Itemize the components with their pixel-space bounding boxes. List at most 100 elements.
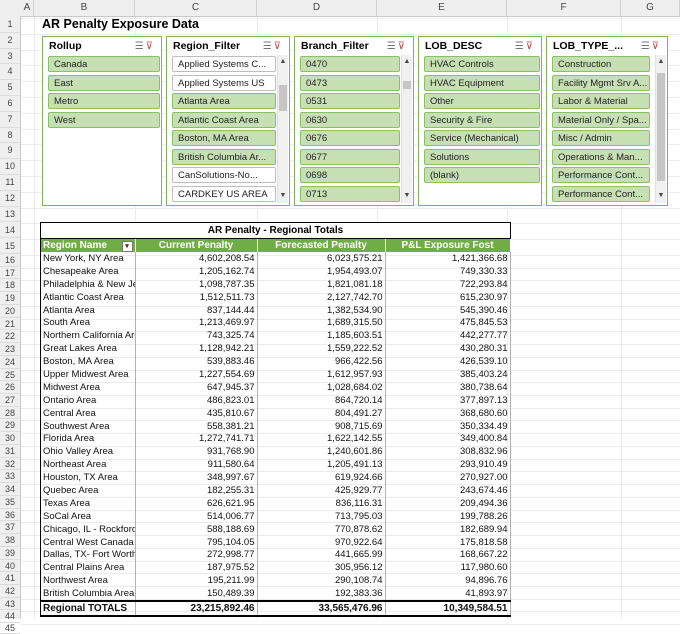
value-cell[interactable]: 349,400.84 xyxy=(385,432,511,446)
value-cell[interactable]: 182,255.31 xyxy=(135,484,258,497)
region-name-cell[interactable]: Ontario Area xyxy=(41,393,136,407)
value-cell[interactable]: 442,277.77 xyxy=(385,329,511,343)
slicer-item[interactable]: 0677 xyxy=(300,148,400,165)
row-header[interactable]: 21 xyxy=(0,318,20,331)
region-name-cell[interactable]: Great Lakes Area xyxy=(41,342,136,356)
row-header[interactable]: 38 xyxy=(0,534,20,547)
row-header[interactable]: 1 xyxy=(0,17,20,33)
value-cell[interactable]: 348,997.67 xyxy=(135,471,258,485)
scroll-down-icon[interactable]: ▼ xyxy=(656,191,666,201)
slicer-item[interactable]: HVAC Controls xyxy=(424,56,540,72)
row-header[interactable]: 43 xyxy=(0,598,20,611)
row-header[interactable]: 9 xyxy=(0,143,20,160)
row-header[interactable]: 2 xyxy=(0,33,20,49)
header-forecasted-penalty[interactable]: Forecasted Penalty xyxy=(257,239,386,252)
row-header[interactable]: 5 xyxy=(0,80,20,96)
value-cell[interactable]: 380,738.64 xyxy=(385,380,511,394)
region-name-cell[interactable]: South Area xyxy=(41,316,136,330)
slicer-1[interactable]: Rollup ☰⊽ Canada East Metro West xyxy=(42,36,162,206)
region-name-cell[interactable]: Midwest Area xyxy=(41,380,136,394)
value-cell[interactable]: 6,023,575.21 xyxy=(257,252,386,265)
slicer-item[interactable]: 0470 xyxy=(300,56,400,72)
slicer-4[interactable]: LOB_DESC ☰⊽ HVAC Controls HVAC Equipment Oth… xyxy=(418,36,542,206)
total-value[interactable]: 33,565,476.96 xyxy=(257,600,386,617)
header-region-name[interactable]: Region Name ▾ xyxy=(41,239,136,252)
slicer-item[interactable]: Applied Systems US xyxy=(172,74,276,91)
scroll-up-icon[interactable]: ▲ xyxy=(402,57,412,67)
multi-select-icon[interactable]: ☰ xyxy=(641,41,652,52)
value-cell[interactable]: 94,896.76 xyxy=(385,574,511,588)
value-cell[interactable]: 1,185,603.51 xyxy=(257,329,386,343)
value-cell[interactable]: 1,382,534.90 xyxy=(257,303,386,317)
clear-filter-icon[interactable]: ⊽ xyxy=(274,41,283,52)
scroll-down-icon[interactable]: ▼ xyxy=(278,191,288,201)
value-cell[interactable]: 270,927.00 xyxy=(385,471,511,485)
value-cell[interactable]: 713,795.03 xyxy=(257,509,386,523)
column-header[interactable]: B xyxy=(34,0,135,16)
value-cell[interactable]: 1,128,942.21 xyxy=(135,342,258,356)
row-header[interactable]: 25 xyxy=(0,369,20,382)
slicer-item[interactable]: Security & Fire xyxy=(424,111,540,128)
column-header[interactable]: G xyxy=(621,0,680,16)
row-header[interactable]: 28 xyxy=(0,407,20,420)
value-cell[interactable]: 290,108.74 xyxy=(257,574,386,588)
region-name-cell[interactable]: Upper Midwest Area xyxy=(41,368,136,381)
slicer-item[interactable]: Solutions xyxy=(424,148,540,165)
value-cell[interactable]: 426,539.10 xyxy=(385,355,511,369)
slicer-item[interactable]: 0630 xyxy=(300,111,400,128)
value-cell[interactable]: 272,998.77 xyxy=(135,548,258,562)
row-header[interactable]: 11 xyxy=(0,175,20,191)
region-name-cell[interactable]: Dallas, TX- Fort Worth, xyxy=(41,548,136,562)
scroll-thumb[interactable] xyxy=(403,81,411,89)
slicer-item[interactable]: British Columbia Ar... xyxy=(172,148,276,165)
column-header[interactable]: C xyxy=(135,0,257,16)
region-name-cell[interactable]: Central West Canada xyxy=(41,535,136,549)
value-cell[interactable]: 545,390.46 xyxy=(385,303,511,317)
region-name-cell[interactable]: Houston, TX Area xyxy=(41,471,136,485)
value-cell[interactable]: 931,768.90 xyxy=(135,445,258,459)
value-cell[interactable]: 558,381.21 xyxy=(135,419,258,433)
value-cell[interactable]: 1,028,684.02 xyxy=(257,380,386,394)
row-header[interactable]: 44 xyxy=(0,610,20,624)
total-value[interactable]: 23,215,892.46 xyxy=(135,600,258,617)
value-cell[interactable]: 377,897.13 xyxy=(385,393,511,407)
value-cell[interactable]: 4,602,208.54 xyxy=(135,252,258,265)
column-header[interactable]: F xyxy=(507,0,621,16)
multi-select-icon[interactable]: ☰ xyxy=(135,41,146,52)
region-name-cell[interactable]: Atlanta Area xyxy=(41,303,136,317)
row-header[interactable]: 8 xyxy=(0,128,20,144)
value-cell[interactable]: 804,491.27 xyxy=(257,406,386,420)
slicer-item[interactable]: 0713 xyxy=(300,185,400,202)
row-header[interactable]: 33 xyxy=(0,470,20,484)
row-header[interactable]: 39 xyxy=(0,547,20,560)
region-name-cell[interactable]: Central Area xyxy=(41,406,136,420)
value-cell[interactable]: 626,621.95 xyxy=(135,496,258,510)
slicer-item[interactable]: Material Only / Spa... xyxy=(552,111,650,128)
value-cell[interactable]: 425,929.77 xyxy=(257,484,386,497)
value-cell[interactable]: 150,489.39 xyxy=(135,587,258,602)
slicer-item[interactable]: Atlanta Area xyxy=(172,93,276,109)
row-header[interactable]: 17 xyxy=(0,267,20,280)
region-name-cell[interactable]: Northwest Area xyxy=(41,574,136,588)
slicer-scrollbar[interactable]: ▲ ▼ xyxy=(277,55,288,203)
region-name-cell[interactable]: Florida Area xyxy=(41,432,136,446)
slicer-3[interactable]: Branch_Filter ☰⊽ 0470 0473 0531 0630 0676 0677 0… xyxy=(294,36,414,206)
scroll-up-icon[interactable]: ▲ xyxy=(278,57,288,67)
value-cell[interactable]: 1,227,554.69 xyxy=(135,368,258,381)
row-header[interactable]: 22 xyxy=(0,330,20,344)
slicer-item[interactable]: Boston, MA Area xyxy=(172,130,276,146)
slicer-item[interactable]: East xyxy=(48,74,160,91)
region-name-cell[interactable]: Chesapeake Area xyxy=(41,264,136,278)
column-header[interactable]: A xyxy=(21,0,34,16)
total-value[interactable]: 10,349,584.51 xyxy=(385,600,511,617)
slicer-item[interactable]: Performance Cont... xyxy=(552,167,650,183)
slicer-item[interactable]: Metro xyxy=(48,93,160,109)
value-cell[interactable]: 1,612,957.93 xyxy=(257,368,386,381)
slicer-scrollbar[interactable]: ▲ ▼ xyxy=(401,55,412,203)
region-name-cell[interactable]: British Columbia Area xyxy=(41,587,136,602)
scroll-up-icon[interactable]: ▲ xyxy=(656,57,666,67)
slicer-item[interactable]: 0473 xyxy=(300,74,400,91)
region-name-cell[interactable]: Northern California Are xyxy=(41,329,136,343)
value-cell[interactable]: 514,006.77 xyxy=(135,509,258,523)
slicer-item[interactable]: Applied Systems C... xyxy=(172,56,276,72)
